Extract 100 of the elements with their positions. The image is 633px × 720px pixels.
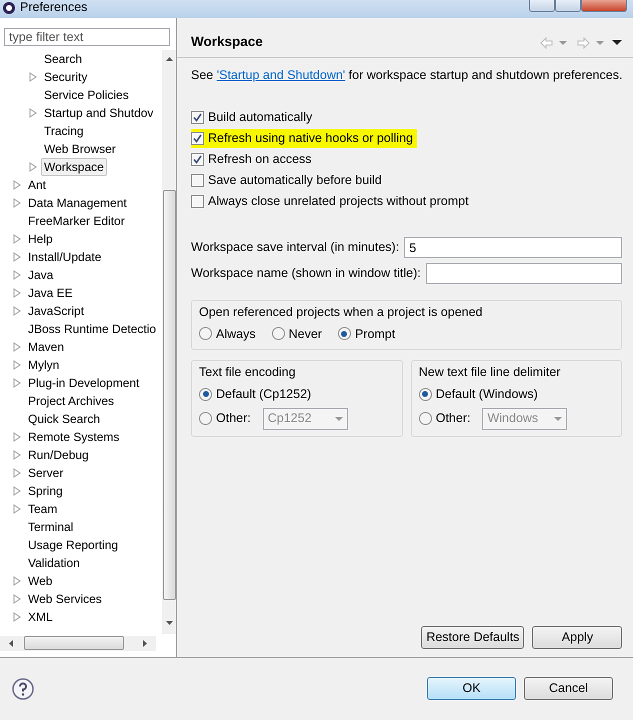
- help-icon[interactable]: [12, 678, 34, 700]
- tree-item[interactable]: Plug-in Development: [25, 374, 142, 392]
- expand-icon[interactable]: [28, 162, 38, 172]
- tree-item[interactable]: Java EE: [25, 284, 76, 302]
- tree-item[interactable]: Quick Search: [25, 410, 104, 428]
- expand-icon[interactable]: [12, 360, 22, 370]
- tree-item[interactable]: Project Archives: [25, 392, 118, 410]
- tree-item[interactable]: Server: [25, 464, 66, 482]
- tree-item[interactable]: Web Services: [25, 590, 105, 608]
- expand-icon[interactable]: [28, 108, 38, 118]
- checkbox[interactable]: [191, 152, 204, 166]
- checkbox[interactable]: [191, 110, 204, 124]
- window-title: Preferences: [20, 0, 88, 14]
- back-arrow-icon[interactable]: [540, 36, 554, 48]
- expand-icon[interactable]: [12, 252, 22, 262]
- tree-item[interactable]: JavaScript: [25, 302, 88, 320]
- tree-item[interactable]: Run/Debug: [25, 446, 92, 464]
- scroll-left-icon[interactable]: [8, 638, 14, 648]
- expand-icon[interactable]: [28, 72, 38, 82]
- tree-item[interactable]: Web Browser: [41, 140, 119, 158]
- scroll-right-icon[interactable]: [142, 638, 148, 648]
- group-title: Text file encoding: [199, 364, 297, 382]
- tree-item[interactable]: Data Management: [25, 194, 130, 212]
- tree-item[interactable]: Startup and Shutdov: [41, 104, 156, 122]
- expand-icon[interactable]: [12, 270, 22, 280]
- expand-icon[interactable]: [12, 468, 22, 478]
- radio-button[interactable]: [199, 412, 212, 426]
- checkbox-label: Always close unrelated projects without prompt: [208, 192, 470, 210]
- checkbox-label: Build automatically: [208, 108, 314, 126]
- expand-icon[interactable]: [12, 594, 22, 604]
- checkbox[interactable]: [191, 194, 204, 208]
- tree-item[interactable]: Security: [41, 68, 90, 86]
- expand-icon[interactable]: [12, 504, 22, 514]
- radio-button[interactable]: [272, 327, 285, 340]
- startup-link[interactable]: 'Startup and Shutdown': [216, 68, 346, 82]
- expand-icon[interactable]: [12, 432, 22, 442]
- radio-button[interactable]: [199, 327, 212, 340]
- radio-button[interactable]: [418, 388, 432, 401]
- expand-icon[interactable]: [12, 342, 22, 352]
- tree-item[interactable]: Mylyn: [25, 356, 62, 374]
- tree-item[interactable]: Search: [41, 50, 86, 68]
- text-field[interactable]: [426, 263, 622, 284]
- tree-item[interactable]: Web: [25, 572, 56, 590]
- tree-item[interactable]: Help: [25, 230, 56, 248]
- expand-icon[interactable]: [12, 234, 22, 244]
- expand-icon[interactable]: [12, 180, 22, 190]
- expand-icon[interactable]: [12, 378, 22, 388]
- radio-label: Default (Cp1252): [216, 386, 312, 403]
- expand-icon[interactable]: [12, 450, 22, 460]
- checkbox[interactable]: [191, 132, 204, 145]
- scroll-down-icon[interactable]: [164, 620, 174, 626]
- radio-label: Always: [216, 326, 256, 343]
- tree-item[interactable]: Usage Reporting: [25, 536, 122, 554]
- tree-item[interactable]: FreeMarker Editor: [25, 212, 128, 230]
- maximize-button[interactable]: [555, 0, 581, 12]
- scroll-up-icon[interactable]: [164, 56, 174, 62]
- radio-button[interactable]: [338, 327, 351, 340]
- expand-icon[interactable]: [12, 486, 22, 496]
- radio-button[interactable]: [199, 388, 212, 401]
- scrollbar-thumb[interactable]: [24, 636, 124, 650]
- expand-icon[interactable]: [12, 612, 22, 622]
- close-button[interactable]: [581, 0, 627, 12]
- tree-item[interactable]: Install/Update: [25, 248, 104, 266]
- vertical-scrollbar[interactable]: [162, 50, 176, 634]
- dropdown-icon[interactable]: [559, 40, 568, 44]
- tree-item[interactable]: Team: [25, 500, 60, 518]
- tree-item[interactable]: Terminal: [25, 518, 76, 536]
- text-field[interactable]: 5: [404, 237, 622, 258]
- scrollbar-thumb[interactable]: [162, 190, 176, 600]
- expand-icon[interactable]: [12, 288, 22, 298]
- menu-icon[interactable]: [612, 40, 622, 45]
- button[interactable]: Restore Defaults: [421, 626, 524, 649]
- tree-item[interactable]: Maven: [25, 338, 68, 356]
- expand-icon[interactable]: [12, 576, 22, 586]
- radio-label: Other:: [436, 410, 470, 428]
- tree-item[interactable]: Service Policies: [41, 86, 132, 104]
- tree-item[interactable]: Spring: [25, 482, 66, 500]
- tree-item[interactable]: Java: [25, 266, 56, 284]
- forward-arrow-icon[interactable]: [577, 36, 590, 48]
- radio-label: Prompt: [354, 326, 396, 343]
- dropdown-icon[interactable]: [596, 40, 604, 44]
- tree-item[interactable]: Remote Systems: [25, 428, 122, 446]
- button[interactable]: OK: [427, 677, 516, 700]
- tree-item[interactable]: Ant: [25, 176, 50, 194]
- expand-icon[interactable]: [12, 306, 22, 316]
- tree-item[interactable]: Validation: [25, 554, 83, 572]
- tree-item[interactable]: Workspace: [41, 158, 107, 176]
- horizontal-scrollbar[interactable]: [0, 636, 156, 651]
- tree-item[interactable]: Tracing: [41, 122, 87, 140]
- expand-icon[interactable]: [12, 198, 22, 208]
- checkbox-label: Refresh on access: [208, 150, 313, 168]
- filter-field[interactable]: type filter text: [4, 28, 170, 46]
- app-icon: [2, 1, 16, 15]
- radio-button[interactable]: [418, 412, 432, 426]
- checkbox[interactable]: [191, 174, 204, 187]
- minimize-button[interactable]: [529, 0, 555, 12]
- tree-item[interactable]: XML: [25, 608, 56, 626]
- tree-item[interactable]: JBoss Runtime Detectio: [25, 320, 160, 338]
- button[interactable]: Apply: [532, 626, 622, 649]
- button[interactable]: Cancel: [524, 677, 613, 700]
